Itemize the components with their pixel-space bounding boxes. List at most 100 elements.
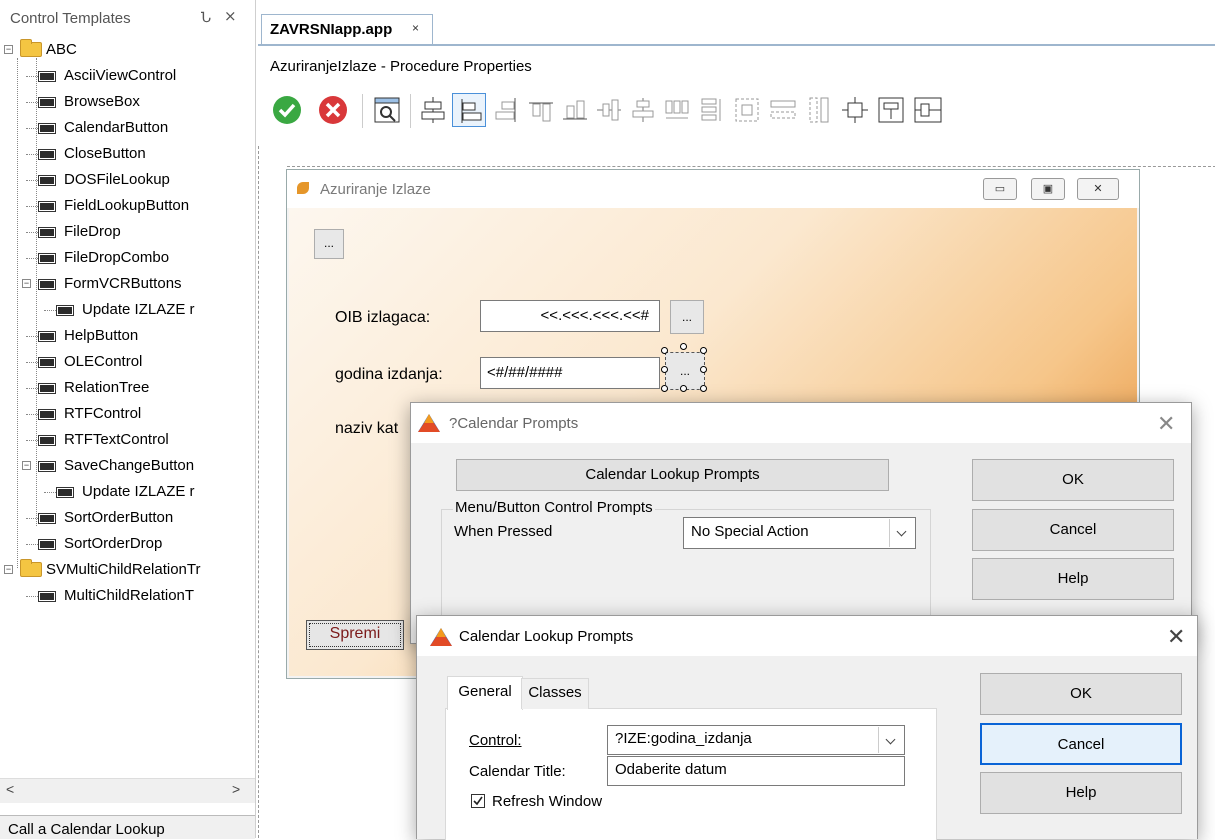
tab-classes[interactable]: Classes — [521, 678, 589, 709]
cancel-icon[interactable] — [316, 93, 350, 127]
tree-item[interactable]: CloseButton — [0, 142, 255, 166]
tree-connector — [36, 58, 37, 526]
calendar-prompts-dialog: ?Calendar Prompts ✕ Calendar Lookup Prom… — [410, 402, 1192, 644]
close-window-icon[interactable]: ✕ — [1077, 178, 1119, 200]
calendar-lookup-prompts-button[interactable]: Calendar Lookup Prompts — [456, 459, 889, 491]
naziv-label: naziv kat — [335, 420, 399, 437]
pin-icon[interactable]: Ն — [201, 9, 211, 26]
maximize-icon[interactable]: ▣ — [1031, 178, 1065, 200]
close-icon[interactable]: ⨯ — [224, 7, 237, 25]
tree-item[interactable]: AsciiViewControl — [0, 64, 255, 88]
make-same-height-icon[interactable] — [802, 93, 836, 127]
ok-button[interactable]: OK — [972, 459, 1174, 501]
tree-item[interactable]: SortOrderButton — [0, 506, 255, 530]
help-button[interactable]: Help — [972, 558, 1174, 600]
tree-item[interactable]: − FormVCRButtons — [0, 272, 255, 296]
tree-item[interactable]: CalendarButton — [0, 116, 255, 140]
chevron-down-icon[interactable] — [878, 727, 903, 753]
selection-handle[interactable] — [661, 366, 668, 373]
cancel-button[interactable]: Cancel — [980, 723, 1182, 765]
tab-general[interactable]: General — [447, 676, 523, 710]
align-center-icon[interactable] — [416, 93, 450, 127]
control-template-icon — [38, 175, 56, 186]
tree-folder[interactable]: − ABC — [0, 38, 255, 62]
top-ellipsis-button[interactable]: ... — [314, 229, 344, 259]
tree-item[interactable]: OLEControl — [0, 350, 255, 374]
selection-handle[interactable] — [700, 366, 707, 373]
tree-item-label: AsciiViewControl — [64, 67, 177, 84]
selection-handle[interactable] — [680, 385, 687, 392]
selection-handle[interactable] — [700, 385, 707, 392]
tree-item-label: SortOrderButton — [64, 509, 174, 526]
oib-entry[interactable]: <<.<<<.<<<.<<# — [480, 300, 660, 332]
align-left-icon[interactable] — [452, 93, 486, 127]
control-template-icon — [56, 305, 74, 316]
folder-icon — [20, 559, 42, 577]
collapse-icon[interactable]: − — [4, 565, 13, 574]
collapse-icon[interactable]: − — [4, 45, 13, 54]
dialog-close-icon[interactable]: ✕ — [1167, 624, 1185, 650]
minimize-icon[interactable]: ▭ — [983, 178, 1017, 200]
control-template-icon — [38, 357, 56, 368]
tree-item[interactable]: DOSFileLookup — [0, 168, 255, 192]
collapse-icon[interactable]: − — [22, 461, 31, 470]
scroll-left-icon[interactable]: < — [6, 781, 14, 797]
ok-icon[interactable] — [270, 93, 304, 127]
control-template-icon — [38, 435, 56, 446]
spread-horizontal-icon[interactable] — [660, 93, 694, 127]
align-top-icon[interactable] — [524, 93, 558, 127]
center-vertical-icon[interactable] — [910, 93, 944, 127]
tab-close-icon[interactable]: × — [412, 21, 419, 35]
selection-handle[interactable] — [661, 385, 668, 392]
cancel-button[interactable]: Cancel — [972, 509, 1174, 551]
tree-item[interactable]: BrowseBox — [0, 90, 255, 114]
tree-item[interactable]: RTFControl — [0, 402, 255, 426]
when-pressed-label: When Pressed — [454, 523, 553, 540]
selection-handle[interactable] — [680, 343, 687, 350]
refresh-window-checkbox[interactable] — [471, 794, 485, 808]
chevron-down-icon[interactable] — [889, 519, 914, 547]
help-button[interactable]: Help — [980, 772, 1182, 814]
tree-item[interactable]: MultiChildRelationT — [0, 584, 255, 608]
godina-entry[interactable]: <#/##/#### — [480, 357, 660, 389]
align-hcenter-icon[interactable] — [626, 93, 660, 127]
center-horizontal-icon[interactable] — [874, 93, 908, 127]
collapse-icon[interactable]: − — [22, 279, 31, 288]
tree-item[interactable]: Update IZLAZE r — [0, 480, 255, 504]
align-right-icon[interactable] — [490, 93, 524, 127]
align-vcenter-icon[interactable] — [592, 93, 626, 127]
tree-item-label: CalendarButton — [64, 119, 169, 136]
tree-item[interactable]: FileDropCombo — [0, 246, 255, 270]
oib-lookup-button[interactable]: ... — [670, 300, 704, 334]
preview-icon[interactable] — [370, 93, 404, 127]
tree-item-label: SaveChangeButton — [64, 457, 195, 474]
tree-item[interactable]: FileDrop — [0, 220, 255, 244]
spremi-button[interactable]: Spremi — [306, 620, 404, 650]
tree-folder[interactable]: − SVMultiChildRelationTr — [0, 558, 255, 582]
dialog-close-icon[interactable]: ✕ — [1157, 411, 1175, 437]
spread-vertical-icon[interactable] — [694, 93, 728, 127]
calendar-button-selected[interactable]: ... — [665, 352, 705, 390]
calendar-title-input[interactable]: Odaberite datum — [607, 756, 905, 786]
tree-item[interactable]: RelationTree — [0, 376, 255, 400]
selection-handle[interactable] — [661, 347, 668, 354]
tree-item[interactable]: RTFTextControl — [0, 428, 255, 452]
when-pressed-select[interactable]: No Special Action — [683, 517, 916, 549]
tab-zavrsni-app[interactable]: ZAVRSNIapp.app × — [261, 14, 433, 45]
make-same-width-icon[interactable] — [766, 93, 800, 127]
make-same-size-icon[interactable] — [730, 93, 764, 127]
scroll-right-icon[interactable]: > — [232, 781, 240, 797]
tree-item[interactable]: HelpButton — [0, 324, 255, 348]
tree-item[interactable]: SortOrderDrop — [0, 532, 255, 556]
center-in-window-icon[interactable] — [838, 93, 872, 127]
tree-item[interactable]: − SaveChangeButton — [0, 454, 255, 478]
ok-button[interactable]: OK — [980, 673, 1182, 715]
tree-item[interactable]: FieldLookupButton — [0, 194, 255, 218]
control-select[interactable]: ?IZE:godina_izdanja — [607, 725, 905, 755]
tree-item[interactable]: Update IZLAZE r — [0, 298, 255, 322]
selection-handle[interactable] — [700, 347, 707, 354]
align-bottom-icon[interactable] — [558, 93, 592, 127]
horizontal-scrollbar[interactable]: < > — [0, 778, 255, 803]
alignment-toolbar — [258, 84, 1215, 144]
refresh-window-label: Refresh Window — [492, 793, 603, 810]
